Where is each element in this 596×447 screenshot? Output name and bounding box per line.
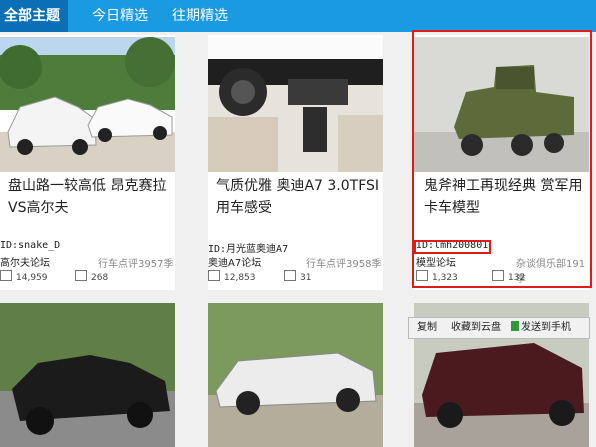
post-card[interactable] [0,303,175,447]
post-comments: 31 [284,270,311,283]
post-stat: 行车点评3958季 [306,259,382,270]
post-title[interactable]: 盘山路一较高低 昂克赛拉VS高尔夫 [8,175,178,219]
post-forum[interactable]: 高尔夫论坛 [0,254,50,269]
post-author[interactable]: ID:snake_D [0,240,60,251]
views-icon [208,270,220,281]
post-stat: 行车点评3957季 [98,259,174,270]
tab-bar: 全部主题 今日精选 往期精选 [0,0,596,32]
comment-icon [75,270,87,281]
post-photo[interactable] [208,37,383,172]
tab-all-topics[interactable]: 全部主题 [0,0,68,32]
tab-today-picks[interactable]: 今日精选 [92,0,148,32]
post-photo[interactable] [208,303,383,447]
copy-button[interactable]: 复制 [417,318,437,338]
post-views: 14,959 [0,270,48,283]
post-author[interactable]: ID:月光蓝奥迪A7 [208,240,288,255]
tab-past-picks[interactable]: 往期精选 [172,0,228,32]
post-forum[interactable]: 奥迪A7论坛 [208,254,261,269]
post-comments: 268 [75,270,108,283]
post-card[interactable]: 盘山路一较高低 昂克赛拉VS高尔夫 行车点评3957季 [0,35,175,290]
send-to-phone-button[interactable]: 发送到手机 [511,318,571,338]
phone-icon [511,321,519,331]
image-toolbar: 复制 收藏到云盘 发送到手机 [408,317,590,339]
save-to-cloud-button[interactable]: 收藏到云盘 [451,318,501,338]
post-card[interactable] [208,303,383,447]
comment-icon [284,270,296,281]
id-highlight-box [414,240,491,254]
post-photo[interactable] [0,303,175,447]
post-photo[interactable] [0,37,175,172]
views-icon [0,270,12,281]
post-views: 12,853 [208,270,256,283]
post-title[interactable]: 气质优雅 奥迪A7 3.0TFSI用车感受 [216,175,386,219]
